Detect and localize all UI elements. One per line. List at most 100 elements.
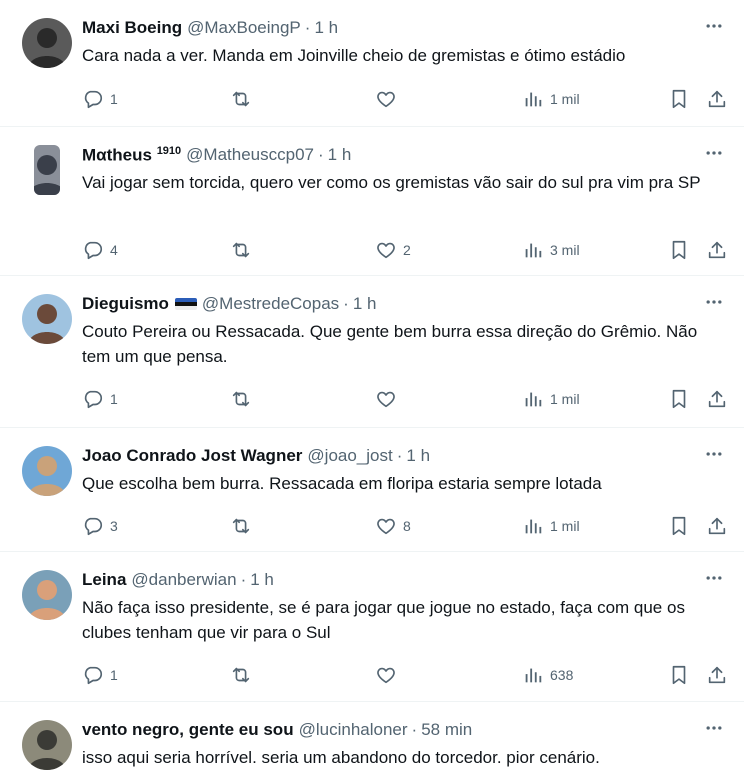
like-button[interactable] bbox=[375, 662, 403, 688]
display-name[interactable]: Mαtheus 1910 bbox=[82, 145, 181, 166]
display-name[interactable]: Joao Conrado Jost Wagner bbox=[82, 446, 302, 466]
separator: · bbox=[318, 145, 324, 164]
like-button[interactable] bbox=[375, 386, 403, 412]
repost-button[interactable] bbox=[230, 386, 258, 412]
tweet[interactable]: Maxi Boeing @MaxBoeingP · 1 h Cara nada … bbox=[0, 0, 744, 127]
bookmark-button[interactable] bbox=[668, 513, 690, 539]
more-icon[interactable] bbox=[702, 442, 726, 466]
action-bar: 4 2 3 mil bbox=[82, 237, 727, 263]
reply-button[interactable]: 4 bbox=[82, 237, 118, 263]
tweet-header: vento negro, gente eu sou @lucinhaloner … bbox=[82, 718, 726, 742]
like-button[interactable]: 8 bbox=[375, 513, 411, 539]
bookmark-icon bbox=[668, 239, 690, 261]
tweet-text: isso aqui seria horrível. seria um aband… bbox=[82, 748, 600, 767]
tweet-header: Maxi Boeing @MaxBoeingP · 1 h bbox=[82, 16, 726, 40]
display-name[interactable]: vento negro, gente eu sou bbox=[82, 720, 294, 740]
reply-button[interactable]: 3 bbox=[82, 513, 118, 539]
display-name[interactable]: Maxi Boeing bbox=[82, 18, 182, 38]
tweet[interactable]: vento negro, gente eu sou @lucinhaloner … bbox=[0, 702, 744, 777]
views-count: 1 mil bbox=[550, 518, 580, 534]
views-count: 1 mil bbox=[550, 91, 580, 107]
reply-icon bbox=[82, 388, 104, 410]
views-button[interactable]: 1 mil bbox=[522, 513, 580, 539]
repost-button[interactable] bbox=[230, 662, 258, 688]
tweet-header: Joao Conrado Jost Wagner @joao_jost · 1 … bbox=[82, 444, 726, 468]
bookmark-button[interactable] bbox=[668, 662, 690, 688]
user-handle[interactable]: @MestredeCopas bbox=[202, 294, 339, 314]
user-handle[interactable]: @lucinhaloner bbox=[299, 720, 408, 740]
views-button[interactable]: 3 mil bbox=[522, 237, 580, 263]
share-button[interactable] bbox=[706, 386, 728, 412]
reply-button[interactable]: 1 bbox=[82, 86, 118, 112]
share-icon bbox=[706, 239, 728, 261]
tweet[interactable]: Joao Conrado Jost Wagner @joao_jost · 1 … bbox=[0, 428, 744, 552]
more-icon[interactable] bbox=[702, 14, 726, 38]
timeline: Maxi Boeing @MaxBoeingP · 1 h Cara nada … bbox=[0, 0, 744, 777]
share-button[interactable] bbox=[706, 86, 728, 112]
avatar[interactable] bbox=[22, 18, 72, 68]
share-button[interactable] bbox=[706, 662, 728, 688]
share-button[interactable] bbox=[706, 513, 728, 539]
views-icon bbox=[522, 664, 544, 686]
repost-icon bbox=[230, 388, 252, 410]
views-count: 3 mil bbox=[550, 242, 580, 258]
reply-button[interactable]: 1 bbox=[82, 662, 118, 688]
views-icon bbox=[522, 239, 544, 261]
avatar[interactable] bbox=[34, 145, 60, 195]
tweet[interactable]: Leina @danberwian · 1 h Não faça isso pr… bbox=[0, 552, 744, 702]
tweet-text: Cara nada a ver. Manda em Joinville chei… bbox=[82, 46, 626, 65]
user-handle[interactable]: @joao_jost bbox=[307, 446, 392, 466]
reply-button[interactable]: 1 bbox=[82, 386, 118, 412]
like-button[interactable]: 2 bbox=[375, 237, 411, 263]
timestamp[interactable]: 1 h bbox=[353, 294, 377, 314]
display-name[interactable]: Dieguismo bbox=[82, 294, 169, 314]
more-icon[interactable] bbox=[702, 141, 726, 165]
timestamp[interactable]: 1 h bbox=[250, 570, 274, 590]
repost-button[interactable] bbox=[230, 86, 258, 112]
avatar[interactable] bbox=[22, 294, 72, 344]
tweet[interactable]: Dieguismo @MestredeCopas · 1 h Couto Per… bbox=[0, 276, 744, 428]
bookmark-button[interactable] bbox=[668, 86, 690, 112]
user-handle[interactable]: @danberwian bbox=[131, 570, 236, 590]
more-icon[interactable] bbox=[702, 290, 726, 314]
repost-button[interactable] bbox=[230, 513, 258, 539]
tweet-header: Leina @danberwian · 1 h bbox=[82, 568, 726, 592]
share-icon bbox=[706, 664, 728, 686]
avatar[interactable] bbox=[22, 570, 72, 620]
more-icon[interactable] bbox=[702, 566, 726, 590]
avatar[interactable] bbox=[22, 720, 72, 770]
tweet-header: Dieguismo @MestredeCopas · 1 h bbox=[82, 292, 726, 316]
more-icon[interactable] bbox=[702, 716, 726, 740]
repost-button[interactable] bbox=[230, 237, 258, 263]
tweet-text: Que escolha bem burra. Ressacada em flor… bbox=[82, 474, 602, 493]
views-button[interactable]: 1 mil bbox=[522, 86, 580, 112]
avatar[interactable] bbox=[22, 446, 72, 496]
action-bar: 1 638 bbox=[82, 662, 727, 688]
share-icon bbox=[706, 88, 728, 110]
views-button[interactable]: 1 mil bbox=[522, 386, 580, 412]
repost-icon bbox=[230, 239, 252, 261]
bookmark-button[interactable] bbox=[668, 386, 690, 412]
likes-count: 2 bbox=[403, 242, 411, 258]
timestamp[interactable]: 58 min bbox=[421, 720, 472, 740]
user-handle[interactable]: @MaxBoeingP bbox=[187, 18, 301, 38]
views-icon bbox=[522, 388, 544, 410]
tweet[interactable]: Mαtheus 1910 @Matheusccp07 · 1 h Vai jog… bbox=[0, 127, 744, 276]
action-bar: 1 1 mil bbox=[82, 86, 727, 112]
timestamp[interactable]: 1 h bbox=[406, 446, 430, 466]
views-button[interactable]: 638 bbox=[522, 662, 573, 688]
separator: · bbox=[396, 446, 403, 465]
likes-count: 8 bbox=[403, 518, 411, 534]
share-button[interactable] bbox=[706, 237, 728, 263]
timestamp[interactable]: 1 h bbox=[314, 18, 338, 38]
name-suffix: 1910 bbox=[156, 144, 182, 157]
display-name[interactable]: Leina bbox=[82, 570, 126, 590]
timestamp[interactable]: 1 h bbox=[328, 145, 352, 165]
like-icon bbox=[375, 388, 397, 410]
like-icon bbox=[375, 664, 397, 686]
replies-count: 1 bbox=[110, 667, 118, 683]
bookmark-button[interactable] bbox=[668, 237, 690, 263]
like-button[interactable] bbox=[375, 86, 403, 112]
views-icon bbox=[522, 515, 544, 537]
user-handle[interactable]: @Matheusccp07 bbox=[186, 145, 314, 165]
